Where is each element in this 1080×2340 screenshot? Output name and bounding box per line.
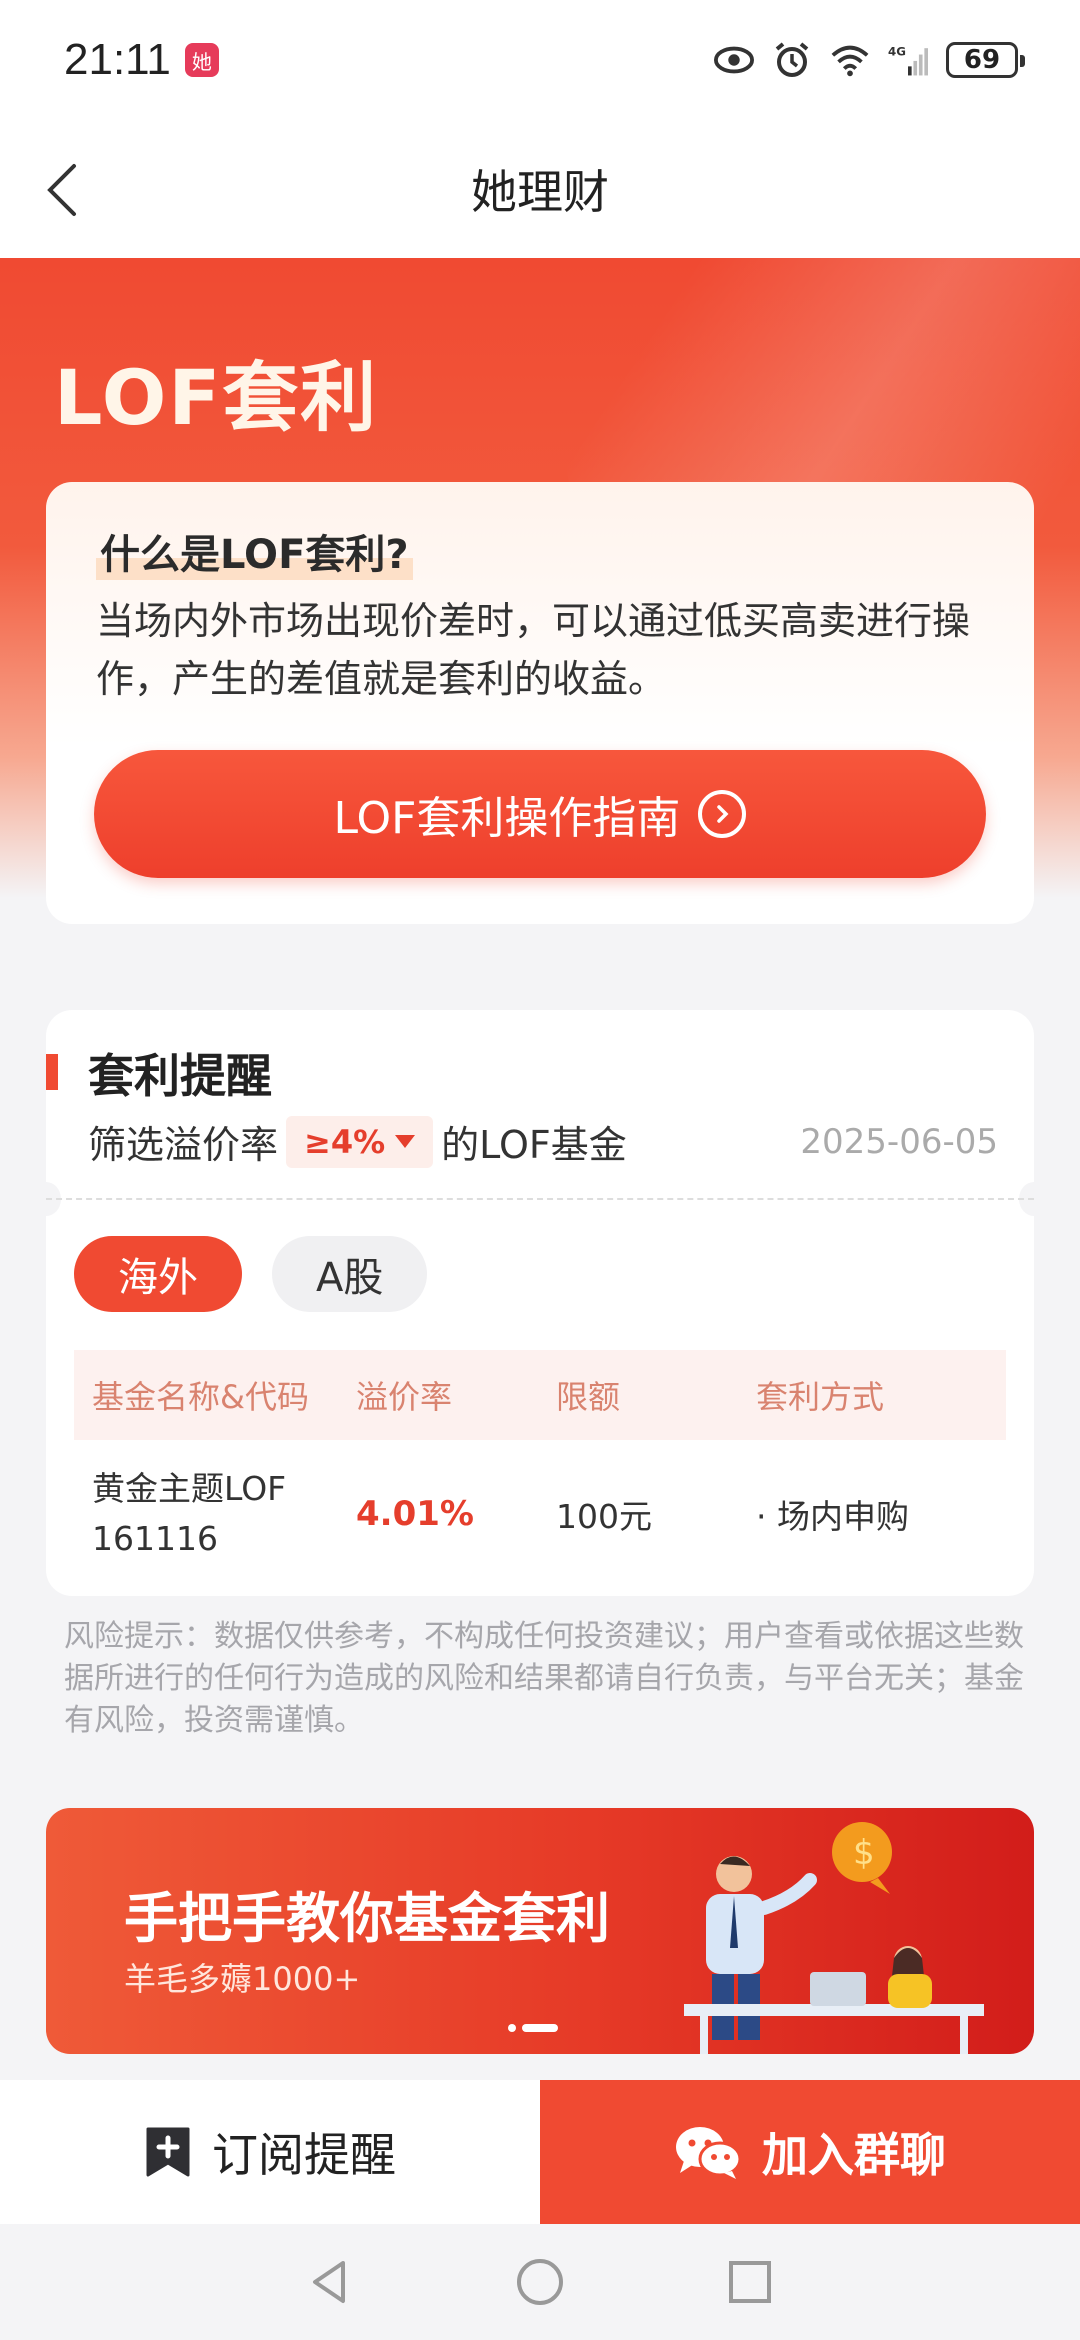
header-premium: 溢价率 xyxy=(356,1378,453,1416)
intro-card: 什么是LOF套利? 当场内外市场出现价差时，可以通过低买高卖进行操作，产生的差值… xyxy=(46,482,1034,924)
people-illustration-icon: $ xyxy=(684,1822,984,2054)
subscribe-reminder-button[interactable]: 订阅提醒 xyxy=(0,2080,540,2224)
header-fund-name: 基金名称&代码 xyxy=(92,1378,309,1416)
guide-button-label: LOF套利操作指南 xyxy=(333,793,681,844)
reminder-card: 套利提醒 筛选溢价率 ≥4% 的LOF基金 2025-06-05 海外 A股 基… xyxy=(31,1010,1049,1596)
page-title: 她理财 xyxy=(471,165,609,219)
eye-icon xyxy=(714,40,754,80)
premium-filter-dropdown[interactable]: ≥4% xyxy=(286,1115,434,1168)
alarm-icon xyxy=(772,40,812,80)
risk-disclaimer: 风险提示：数据仅供参考，不构成任何投资建议；用户查看或依据这些数据所进行的任何行… xyxy=(64,1619,1024,1738)
guide-button[interactable]: LOF套利操作指南 xyxy=(94,750,986,878)
table-header: 基金名称&代码 溢价率 限额 套利方式 xyxy=(74,1350,1006,1440)
fund-name: 黄金主题LOF xyxy=(92,1469,287,1508)
nav-back-triangle-icon[interactable] xyxy=(305,2257,355,2307)
system-navigation-bar xyxy=(0,2224,1080,2340)
hero-title: LOF套利 xyxy=(54,353,379,442)
premium-filter-value: ≥4% xyxy=(304,1122,386,1161)
intro-description: 当场内外市场出现价差时，可以通过低买高卖进行操作，产生的差值就是套利的收益。 xyxy=(96,599,971,701)
carousel-dot-active xyxy=(522,2024,558,2032)
promo-banner[interactable]: 手把手教你基金套利 羊毛多薅1000+ $ xyxy=(46,1808,1034,2054)
status-time: 21:11 xyxy=(64,35,171,84)
banner-subtitle: 羊毛多薅1000+ xyxy=(124,1960,361,1998)
status-left: 21:11 她 xyxy=(64,35,219,85)
subscribe-label: 订阅提醒 xyxy=(212,2128,396,2182)
wifi-icon xyxy=(830,40,870,80)
nav-home-circle-icon[interactable] xyxy=(515,2257,565,2307)
join-group-button[interactable]: 加入群聊 xyxy=(540,2080,1080,2224)
back-arrow-icon[interactable] xyxy=(36,154,106,224)
filter-prefix: 筛选溢价率 xyxy=(88,1123,279,1167)
banner-title: 手把手教你基金套利 xyxy=(124,1887,610,1950)
intro-question: 什么是LOF套利? xyxy=(96,522,413,580)
filter-suffix: 的LOF基金 xyxy=(441,1123,627,1167)
bookmark-plus-icon xyxy=(146,2127,190,2177)
bottom-action-bar: 订阅提醒 加入群聊 xyxy=(0,2080,1080,2224)
app-notification-icon: 她 xyxy=(184,43,219,77)
nav-bar: 她理财 xyxy=(0,120,1080,258)
signal-icon: 4G xyxy=(888,40,928,80)
status-right: 4G 69 xyxy=(714,40,1025,80)
reminder-date: 2025-06-05 xyxy=(800,1121,998,1162)
dashed-divider xyxy=(46,1198,1034,1200)
purchase-limit: 100元 xyxy=(556,1497,652,1536)
fund-cell: 黄金主题LOF 161116 xyxy=(74,1464,356,1564)
table-row[interactable]: 黄金主题LOF 161116 4.01% 100元 · 场内申购 xyxy=(74,1440,1006,1588)
join-group-label: 加入群聊 xyxy=(762,2128,946,2182)
wechat-icon xyxy=(676,2127,742,2179)
circle-chevron-right-icon xyxy=(698,790,747,838)
svg-text:$: $ xyxy=(853,1833,875,1873)
nav-recents-square-icon[interactable] xyxy=(725,2257,775,2307)
carousel-dot xyxy=(508,2024,516,2032)
premium-rate: 4.01% xyxy=(356,1494,474,1534)
section-marker xyxy=(46,1054,58,1090)
filter-row: 筛选溢价率 ≥4% 的LOF基金 2025-06-05 xyxy=(88,1114,998,1169)
fund-code: 161116 xyxy=(92,1519,218,1558)
market-tabs: 海外 A股 xyxy=(74,1236,428,1312)
arbitrage-table: 基金名称&代码 溢价率 限额 套利方式 黄金主题LOF 161116 4.01%… xyxy=(74,1350,1006,1588)
tab-a-share[interactable]: A股 xyxy=(272,1236,428,1312)
carousel-indicator xyxy=(508,2024,558,2032)
status-bar: 21:11 她 4G 69 xyxy=(0,0,1080,120)
tab-overseas[interactable]: 海外 xyxy=(74,1236,242,1312)
svg-text:4G: 4G xyxy=(888,44,906,58)
caret-down-icon xyxy=(395,1135,416,1148)
header-limit: 限额 xyxy=(556,1378,621,1416)
reminder-title: 套利提醒 xyxy=(88,1049,272,1103)
header-method: 套利方式 xyxy=(756,1378,885,1416)
battery-indicator: 69 xyxy=(946,42,1025,78)
arbitrage-method: · 场内申购 xyxy=(756,1497,909,1536)
